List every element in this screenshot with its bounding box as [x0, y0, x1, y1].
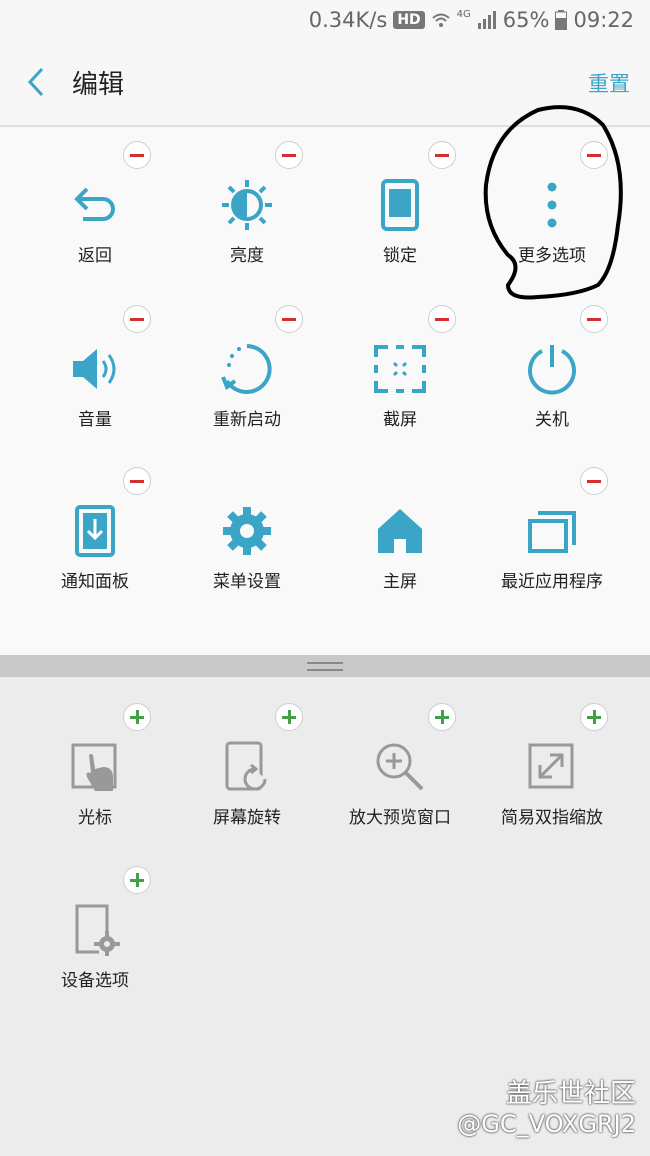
item-screen-rotate[interactable]: 屏幕旋转 [171, 689, 323, 839]
item-restart[interactable]: 重新启动 [171, 291, 323, 441]
item-screenshot[interactable]: 截屏 [324, 291, 476, 441]
notification-panel-icon [75, 505, 115, 557]
remove-button[interactable] [123, 141, 151, 169]
battery-percent: 65% [502, 8, 550, 32]
item-cursor[interactable]: 光标 [19, 689, 171, 839]
power-icon [528, 345, 576, 395]
item-brightness[interactable]: 亮度 [171, 127, 323, 277]
gear-icon [223, 507, 271, 555]
status-bar: 0.34K/s HD 4G 65% 09:22 [0, 0, 650, 40]
item-label: 最近应用程序 [501, 572, 603, 592]
item-label: 返回 [78, 246, 112, 266]
item-label: 屏幕旋转 [213, 808, 281, 828]
remove-button[interactable] [275, 141, 303, 169]
watermark-user: @GC_VOXGRJ2 [457, 1110, 636, 1138]
item-label: 设备选项 [61, 971, 129, 991]
add-button[interactable] [428, 703, 456, 731]
item-label: 截屏 [383, 410, 417, 430]
item-label: 亮度 [230, 246, 264, 266]
item-notification-panel[interactable]: 通知面板 [19, 453, 171, 603]
add-button[interactable] [580, 703, 608, 731]
item-device-options[interactable]: 设备选项 [19, 852, 171, 1002]
remove-button[interactable] [580, 467, 608, 495]
wifi-icon [431, 13, 450, 27]
pinch-zoom-icon [528, 743, 574, 789]
device-options-icon [75, 904, 120, 956]
item-label: 主屏 [383, 572, 417, 592]
add-button[interactable] [275, 703, 303, 731]
item-recent-apps[interactable]: 最近应用程序 [476, 453, 628, 603]
drag-handle[interactable] [0, 655, 650, 677]
item-label: 菜单设置 [213, 572, 281, 592]
remove-button[interactable] [275, 305, 303, 333]
active-items-grid: 返回 亮度 锁定 更多选项 音量 重新启动 截屏 关机 通知面板 菜单设置 主屏… [0, 105, 650, 655]
page-title: 编辑 [72, 70, 125, 100]
item-home[interactable]: 主屏 [324, 453, 476, 603]
home-icon [378, 509, 422, 553]
grip-icon [307, 662, 343, 671]
remove-button[interactable] [123, 467, 151, 495]
network-type: 4G [456, 8, 471, 20]
screenshot-icon [374, 345, 426, 393]
hd-badge: HD [393, 11, 425, 29]
remove-button[interactable] [123, 305, 151, 333]
item-label: 音量 [78, 410, 112, 430]
back-chevron-icon[interactable] [22, 65, 52, 99]
item-volume[interactable]: 音量 [19, 291, 171, 441]
item-back[interactable]: 返回 [19, 127, 171, 277]
item-label: 锁定 [383, 246, 417, 266]
volume-icon [73, 349, 116, 389]
add-button[interactable] [123, 703, 151, 731]
reset-button[interactable]: 重置 [588, 68, 630, 98]
battery-icon [555, 10, 568, 30]
watermark: 盖乐世社区 @GC_VOXGRJ2 [457, 1073, 636, 1138]
watermark-community: 盖乐世社区 [505, 1079, 636, 1109]
screen-rotate-icon [225, 741, 267, 791]
zoom-icon [376, 743, 424, 791]
item-label: 简易双指缩放 [501, 808, 603, 828]
item-label: 通知面板 [61, 572, 129, 592]
add-button[interactable] [123, 866, 151, 894]
recent-apps-icon [528, 511, 576, 553]
remove-button[interactable] [428, 141, 456, 169]
remove-button[interactable] [428, 305, 456, 333]
network-speed: 0.34K/s [308, 8, 388, 32]
item-lock[interactable]: 锁定 [324, 127, 476, 277]
annotation-circle [483, 105, 623, 300]
item-label: 关机 [535, 410, 569, 430]
back-arrow-icon [74, 187, 115, 221]
lock-screen-icon [381, 179, 419, 231]
brightness-icon [222, 180, 272, 230]
clock: 09:22 [573, 8, 634, 32]
item-label: 放大预览窗口 [349, 808, 451, 828]
item-menu-settings[interactable]: 菜单设置 [171, 453, 323, 603]
item-magnifier[interactable]: 放大预览窗口 [324, 689, 476, 839]
restart-icon [221, 344, 272, 394]
item-label: 重新启动 [213, 410, 281, 430]
signal-icon [477, 11, 496, 29]
cursor-icon [71, 743, 117, 791]
item-label: 光标 [78, 808, 112, 828]
item-pinch-zoom[interactable]: 简易双指缩放 [476, 689, 628, 839]
